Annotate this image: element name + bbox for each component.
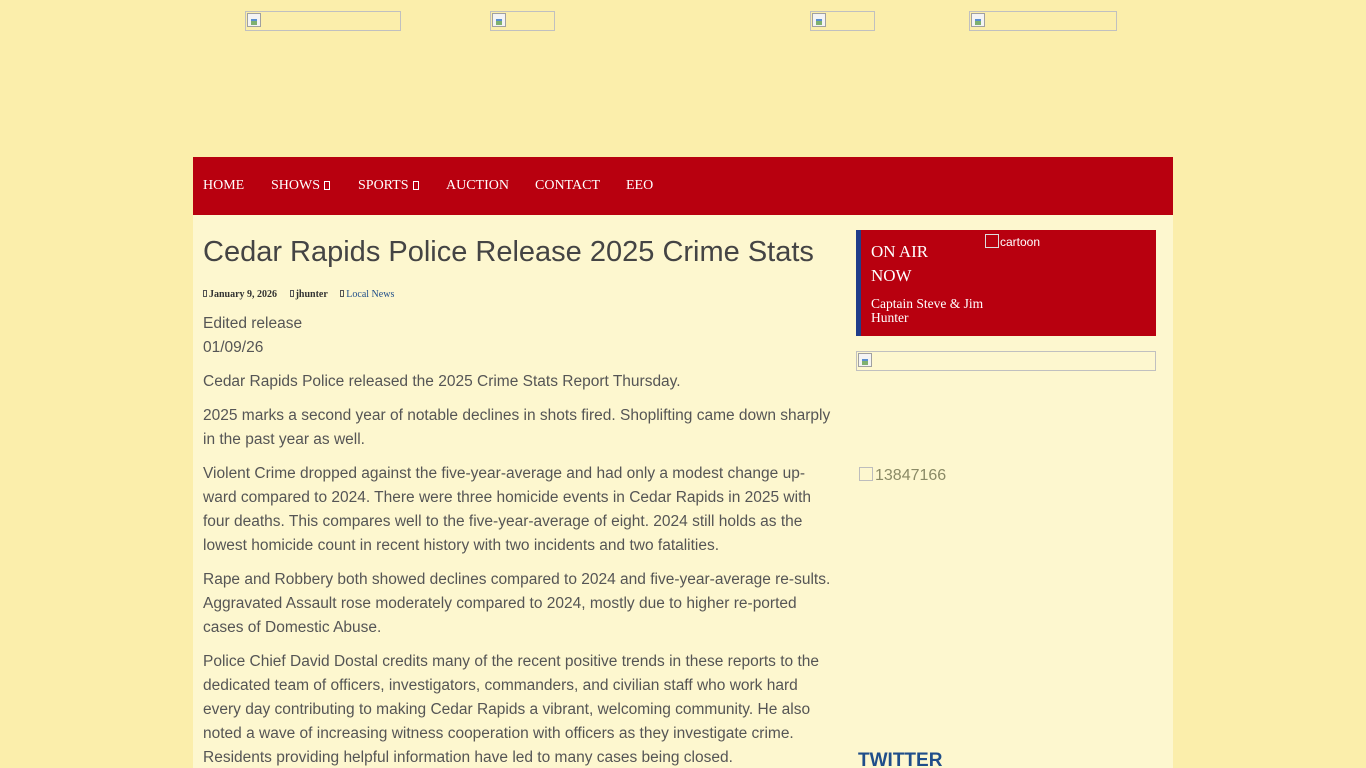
header-logo-4[interactable] — [969, 11, 1117, 31]
article: Cedar Rapids Police Release 2025 Crime S… — [203, 230, 838, 768]
article-paragraph: Rape and Robbery both showed declines co… — [203, 571, 831, 636]
edited-note: Edited release 01/09/26 — [203, 312, 838, 360]
article-paragraph: 2025 marks a second year of notable decl… — [203, 407, 831, 448]
folder-icon — [340, 290, 345, 297]
broken-image-icon — [492, 13, 506, 27]
nav-item-label: AUCTION — [446, 178, 509, 193]
nav-item-contact[interactable]: CONTACT — [535, 178, 600, 194]
nav-item-sports[interactable]: SPORTS — [358, 178, 419, 194]
article-body: Edited release 01/09/26 Cedar Rapids Pol… — [203, 312, 838, 768]
nav-item-home[interactable]: HOME — [203, 178, 244, 194]
meta-date: January 9, 2026 — [203, 289, 277, 300]
article-meta: January 9, 2026 jhunter Local News — [203, 288, 838, 302]
sidebar-ad-image[interactable] — [856, 351, 1156, 371]
broken-image-icon — [859, 467, 873, 481]
caret-down-icon — [324, 181, 331, 190]
on-air-image: cartoon — [985, 234, 1040, 249]
on-air-image-alt: cartoon — [1000, 235, 1041, 249]
article-paragraph: Violent Crime dropped against the five-y… — [203, 465, 811, 554]
meta-author-text: jhunter — [295, 289, 328, 300]
broken-image-icon — [971, 13, 985, 27]
main-nav: HOME SHOWS SPORTS AUCTION CONTACT EEO — [193, 157, 1173, 215]
article-title: Cedar Rapids Police Release 2025 Crime S… — [203, 236, 814, 268]
nav-item-label: EEO — [626, 178, 654, 193]
page: HOME SHOWS SPORTS AUCTION CONTACT EEO Ce… — [0, 0, 1366, 768]
header-logo-3[interactable] — [810, 11, 875, 31]
article-paragraph: Police Chief David Dostal credits many o… — [203, 653, 819, 766]
meta-date-text: January 9, 2026 — [209, 289, 278, 300]
sidebar-ad-image-2[interactable]: 13847166 — [859, 467, 946, 485]
nav-item-label: SPORTS — [358, 178, 409, 193]
header-logo-1[interactable] — [245, 11, 401, 31]
on-air-host: Captain Steve & Jim Hunter — [871, 296, 984, 325]
nav-item-label: CONTACT — [535, 178, 600, 193]
nav-item-label: HOME — [203, 178, 245, 193]
broken-image-icon — [812, 13, 826, 27]
header-logo-2[interactable] — [490, 11, 555, 31]
nav-item-eeo[interactable]: EEO — [626, 178, 653, 194]
caret-down-icon — [412, 181, 419, 190]
meta-category-link[interactable]: Local News — [340, 289, 394, 300]
calendar-icon — [203, 290, 207, 297]
meta-category-text: Local News — [346, 289, 395, 300]
meta-author: jhunter — [289, 289, 328, 300]
nav-item-label: SHOWS — [271, 178, 321, 193]
ad-image-alt: 13847166 — [875, 467, 947, 484]
broken-image-icon — [985, 234, 999, 248]
edited-label: Edited release — [203, 315, 303, 332]
twitter-heading: TWITTER — [858, 750, 943, 768]
user-icon — [289, 290, 294, 297]
on-air-widget[interactable]: ON AIR NOW Captain Steve & Jim Hunter ca… — [856, 230, 1156, 336]
broken-image-icon — [858, 353, 872, 367]
on-air-title: ON AIR NOW — [871, 242, 929, 285]
broken-image-icon — [247, 13, 261, 27]
nav-item-shows[interactable]: SHOWS — [271, 178, 331, 194]
article-paragraph: Cedar Rapids Police released the 2025 Cr… — [203, 373, 681, 390]
nav-item-auction[interactable]: AUCTION — [446, 178, 509, 194]
edited-date: 01/09/26 — [203, 339, 264, 356]
